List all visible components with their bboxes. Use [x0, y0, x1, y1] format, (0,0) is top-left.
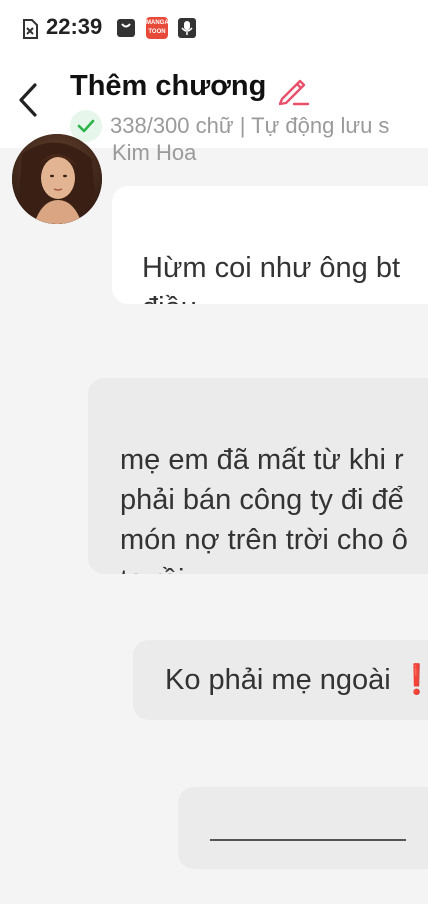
text-input-underline — [210, 839, 406, 841]
message-bubble[interactable]: Ko phải mẹ ngoài ❗ — [133, 640, 428, 720]
message-text: mẹ em đã mất từ khi r phải bán công ty đ… — [120, 444, 408, 574]
message-text: Hừm coi như ông bt điều — [142, 252, 401, 304]
message-bubble[interactable]: Hừm coi như ông bt điều — [112, 186, 428, 304]
chevron-left-icon — [19, 83, 37, 117]
pencil-edit-icon[interactable] — [276, 73, 310, 107]
sim-card-x-icon — [23, 19, 38, 39]
microphone-icon — [178, 18, 196, 38]
back-button[interactable] — [8, 76, 48, 124]
clock: 22:39 — [46, 14, 103, 39]
save-status: 338/300 chữ | Tự động lưu s — [70, 110, 389, 142]
status-bar: 22:39 MANGA TOON — [0, 0, 428, 56]
message-bubble[interactable]: mẹ em đã mất từ khi r phải bán công ty đ… — [88, 378, 428, 574]
sender-name: Kim Hoa — [112, 140, 197, 165]
message-text: Ko phải mẹ ngoài — [165, 664, 391, 696]
exclamation-icon: ❗ — [398, 664, 428, 696]
page-title: Thêm chương — [70, 70, 267, 102]
manga-toon-app-icon: MANGA TOON — [146, 17, 168, 39]
shopping-bag-icon — [117, 19, 135, 37]
message-input-bubble[interactable] — [178, 787, 428, 869]
avatar[interactable] — [12, 134, 102, 224]
word-count-label: 338/300 chữ | Tự động lưu s — [110, 113, 390, 138]
